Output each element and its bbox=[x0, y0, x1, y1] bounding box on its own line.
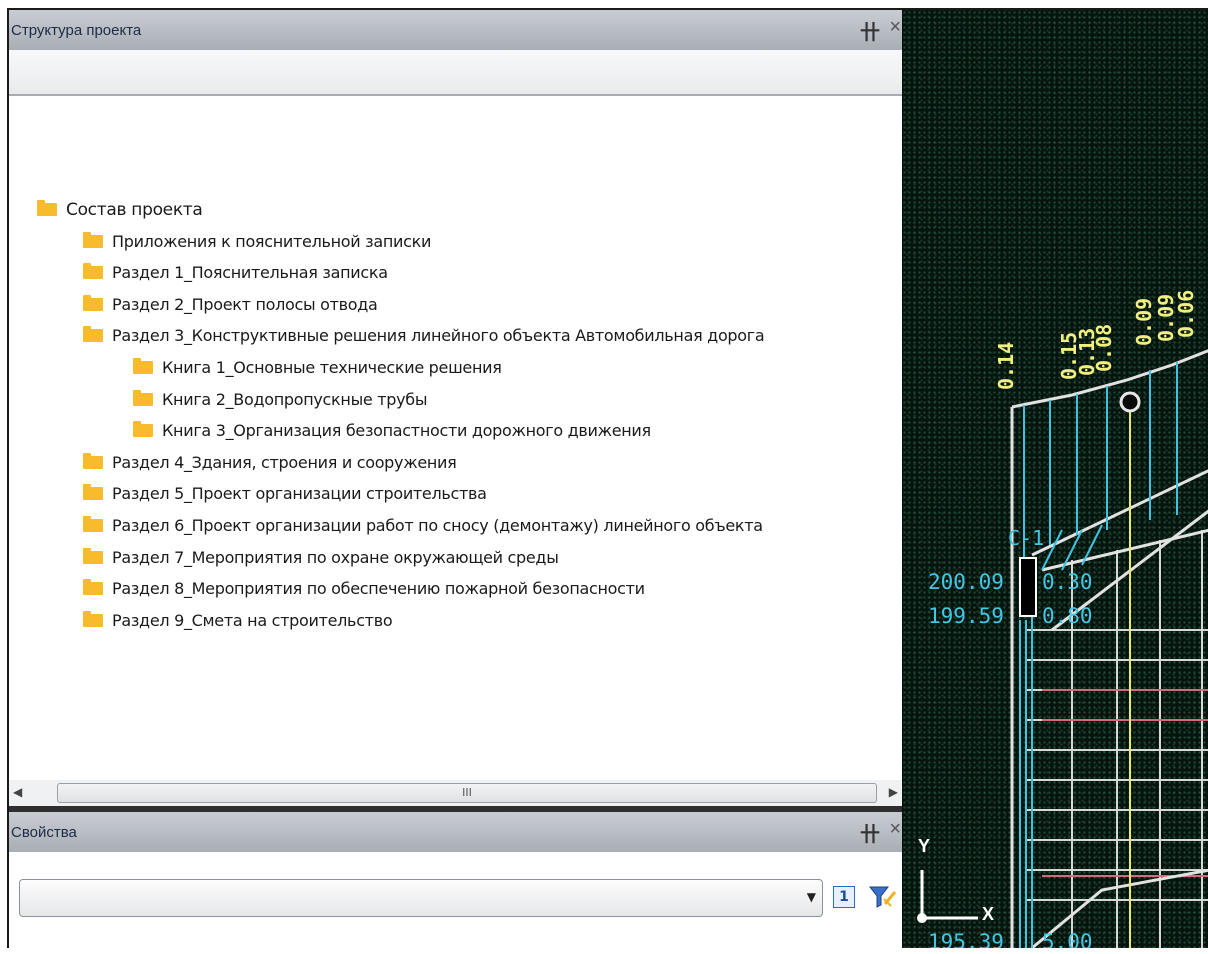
tree-book-item[interactable]: Книга 1_Основные технические решения bbox=[133, 355, 502, 381]
dimension-label: 0.08 bbox=[1092, 323, 1116, 372]
culvert-block bbox=[1019, 557, 1037, 617]
elevation-label: 5.00 bbox=[1042, 930, 1093, 948]
scrollbar-grip: III bbox=[462, 786, 472, 799]
project-panel-toolbar bbox=[9, 50, 902, 96]
elevation-label: 0.80 bbox=[1042, 604, 1093, 628]
tree-section-item[interactable]: Раздел 1_Пояснительная записка bbox=[83, 260, 388, 286]
application-window: Структура проекта 卄 × Состав проекта Прил… bbox=[7, 8, 1208, 948]
tree-section-item[interactable]: Приложения к пояснительной записки bbox=[83, 229, 431, 255]
cad-drawing bbox=[917, 349, 1208, 948]
tree-item-label: Раздел 5_Проект организации строительств… bbox=[112, 484, 487, 503]
tree-item-label: Раздел 3_Конструктивные решения линейног… bbox=[112, 326, 765, 345]
elevation-label: 0.30 bbox=[1042, 570, 1093, 594]
folder-icon bbox=[83, 263, 103, 279]
horizontal-scrollbar[interactable]: ◀ III ▶ bbox=[9, 780, 902, 806]
tree-item-label: Раздел 1_Пояснительная записка bbox=[112, 263, 388, 282]
close-icon[interactable]: × bbox=[889, 818, 901, 841]
project-panel-title: Структура проекта bbox=[11, 22, 142, 39]
tree-section-item[interactable]: Раздел 9_Смета на строительство bbox=[83, 608, 393, 634]
dimension-label: 0.14 bbox=[994, 341, 1018, 390]
folder-icon bbox=[83, 484, 103, 500]
tree-item-label: Книга 3_Организация безопастности дорожн… bbox=[162, 421, 651, 440]
close-icon[interactable]: × bbox=[889, 16, 901, 39]
tree-section-item[interactable]: Раздел 6_Проект организации работ по сно… bbox=[83, 513, 763, 539]
tree-item-label: Книга 1_Основные технические решения bbox=[162, 358, 502, 377]
properties-panel-titlebar: Свойства 卄 × bbox=[9, 812, 902, 852]
object-selector-combo[interactable]: ▼ bbox=[19, 879, 823, 917]
folder-icon bbox=[83, 611, 103, 627]
scroll-left-icon[interactable]: ◀ bbox=[13, 785, 22, 799]
profile-outline bbox=[1010, 349, 1208, 948]
tree-section-item[interactable]: Раздел 3_Конструктивные решения линейног… bbox=[83, 323, 765, 349]
scroll-right-icon[interactable]: ▶ bbox=[889, 785, 898, 799]
tree-section-item[interactable]: Раздел 7_Мероприятия по охране окружающе… bbox=[83, 545, 559, 571]
dimension-label: 0.09 bbox=[1132, 297, 1156, 346]
ucs-origin-icon bbox=[917, 913, 927, 923]
elevation-label: 200.09 bbox=[928, 570, 1004, 594]
folder-icon bbox=[83, 326, 103, 342]
tree-item-label: Приложения к пояснительной записки bbox=[112, 232, 432, 251]
folder-icon bbox=[83, 295, 103, 311]
folder-icon bbox=[83, 548, 103, 564]
tree-item-label: Раздел 2_Проект полосы отвода bbox=[112, 295, 378, 314]
folder-icon bbox=[83, 232, 103, 248]
pin-icon[interactable]: 卄 bbox=[860, 16, 880, 45]
tree-book-item[interactable]: Книга 3_Организация безопастности дорожн… bbox=[133, 418, 651, 444]
tree-item-label: Раздел 7_Мероприятия по охране окружающе… bbox=[112, 548, 559, 567]
dimension-label: 0.06 bbox=[1174, 289, 1198, 338]
tree-section-item[interactable]: Раздел 5_Проект организации строительств… bbox=[83, 481, 487, 507]
elevation-label: 199.59 bbox=[928, 604, 1004, 628]
ucs-axes-icon bbox=[920, 870, 978, 920]
tree-item-label: Состав проекта bbox=[66, 200, 203, 220]
scrollbar-thumb[interactable]: III bbox=[57, 783, 877, 803]
categorized-view-button[interactable]: 1 bbox=[833, 886, 855, 908]
cad-drawing-viewport[interactable]: 0.14 0.15 0.13 0.08 0.09 0.09 0.06 С-1 2… bbox=[902, 10, 1208, 948]
properties-panel-title: Свойства bbox=[11, 824, 77, 841]
tree-section-item[interactable]: Раздел 2_Проект полосы отвода bbox=[83, 292, 378, 318]
project-panel-titlebar: Структура проекта 卄 × bbox=[9, 10, 902, 50]
axis-y-label: Y bbox=[918, 836, 931, 856]
tree-section-item[interactable]: Раздел 4_Здания, строения и сооружения bbox=[83, 450, 457, 476]
properties-panel-body: ▼ 1 bbox=[9, 852, 902, 948]
project-tree: Состав проекта Приложения к пояснительной… bbox=[9, 96, 902, 776]
tree-item-label: Раздел 6_Проект организации работ по сно… bbox=[112, 516, 763, 535]
left-dock: Структура проекта 卄 × Состав проекта Прил… bbox=[9, 10, 902, 948]
folder-icon bbox=[83, 579, 103, 595]
tree-item-label: Раздел 4_Здания, строения и сооружения bbox=[112, 453, 457, 472]
folder-icon bbox=[37, 200, 57, 216]
tree-item-label: Раздел 9_Смета на строительство bbox=[112, 611, 393, 630]
tree-book-item[interactable]: Книга 2_Водопропускные трубы bbox=[133, 387, 427, 413]
tree-item-label: Раздел 8_Мероприятия по обеспечению пожа… bbox=[112, 579, 645, 598]
folder-icon bbox=[133, 421, 153, 437]
folder-icon bbox=[133, 390, 153, 406]
marker-label: С-1 bbox=[1008, 526, 1045, 550]
cyan-section-lines bbox=[1019, 362, 1178, 948]
highlighted-rows bbox=[1042, 689, 1208, 877]
filter-icon[interactable] bbox=[867, 884, 897, 910]
tree-section-item[interactable]: Раздел 8_Мероприятия по обеспечению пожа… bbox=[83, 576, 645, 602]
elevation-label: 195.39 bbox=[928, 930, 1004, 948]
tree-item-label: Книга 2_Водопропускные трубы bbox=[162, 390, 428, 409]
axis-marker-icon bbox=[1119, 391, 1141, 413]
chevron-down-icon[interactable]: ▼ bbox=[807, 890, 816, 904]
folder-icon bbox=[83, 453, 103, 469]
folder-icon bbox=[83, 516, 103, 532]
axis-x-label: X bbox=[982, 904, 995, 924]
pin-icon[interactable]: 卄 bbox=[860, 818, 880, 847]
folder-icon bbox=[133, 358, 153, 374]
tree-root-item[interactable]: Состав проекта bbox=[37, 197, 203, 223]
